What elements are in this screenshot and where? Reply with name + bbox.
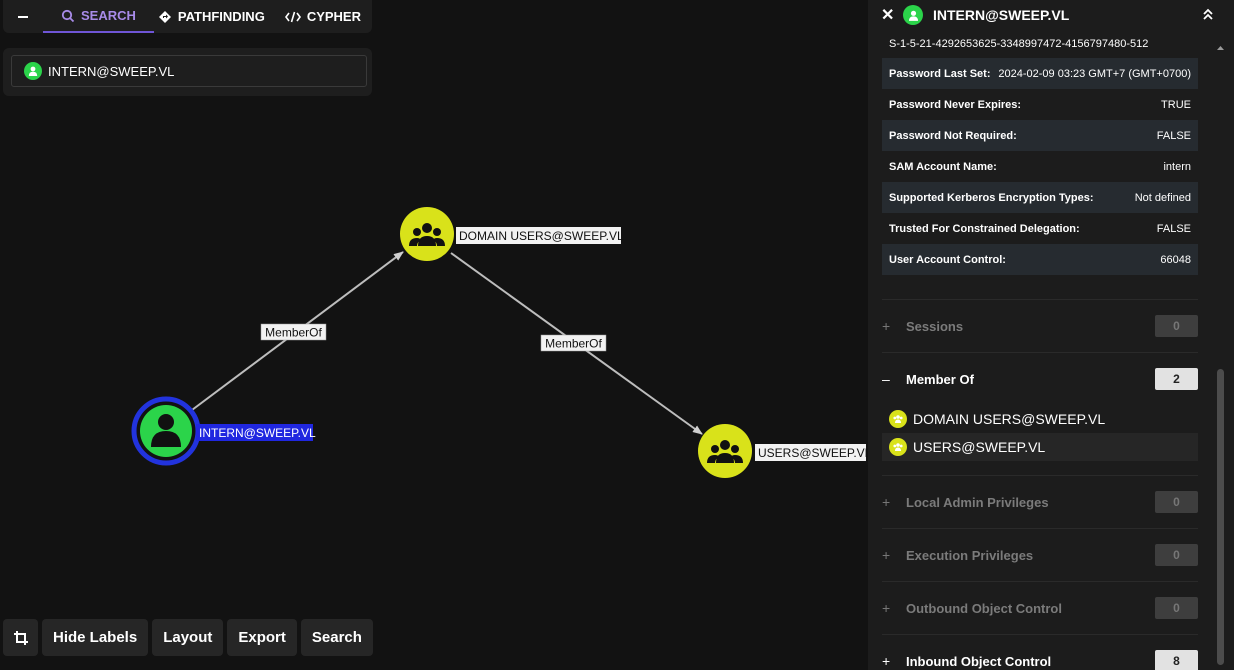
edge-label-1: MemberOf xyxy=(260,323,327,341)
section-title: Inbound Object Control xyxy=(906,653,1052,669)
member-label: DOMAIN USERS@SWEEP.VL xyxy=(913,411,1106,427)
entity-panel: ✕ INTERN@SWEEP.VL S-1-5-21-4292653625-33… xyxy=(868,0,1234,670)
search-input-value: INTERN@SWEEP.VL xyxy=(48,63,175,79)
member-of-list: DOMAIN USERS@SWEEP.VL USERS@SWEEP.VL xyxy=(882,405,1198,475)
section-count: 0 xyxy=(1155,315,1198,337)
object-sid: S-1-5-21-4292653625-3348997472-415679748… xyxy=(889,38,1149,50)
user-icon xyxy=(24,62,42,80)
crop-icon xyxy=(13,630,28,645)
section-count: 0 xyxy=(1155,544,1198,566)
section-outbound-control[interactable]: + Outbound Object Control 0 xyxy=(882,581,1198,634)
section-sessions[interactable]: + Sessions 0 xyxy=(882,299,1198,352)
hide-labels-button[interactable]: Hide Labels xyxy=(42,619,149,656)
minus-icon xyxy=(18,15,28,18)
tab-pathfinding[interactable]: PATHFINDING xyxy=(154,0,269,33)
prop-value: intern xyxy=(1163,160,1191,173)
close-icon[interactable]: ✕ xyxy=(881,5,894,25)
graph-toolbar: Hide Labels Layout Export Search xyxy=(3,619,373,656)
section-count: 0 xyxy=(1155,597,1198,619)
search-button[interactable]: Search xyxy=(300,619,373,656)
group-icon xyxy=(889,438,907,456)
collapse-icon: – xyxy=(882,371,890,387)
tab-cypher-label: CYPHER xyxy=(306,9,361,24)
scroll-up-icon[interactable] xyxy=(1216,44,1225,52)
panel-body: S-1-5-21-4292653625-3348997472-415679748… xyxy=(882,38,1198,670)
prop-value: TRUE xyxy=(1161,98,1191,111)
tab-cypher[interactable]: CYPHER xyxy=(281,0,365,33)
list-item[interactable]: DOMAIN USERS@SWEEP.VL xyxy=(882,405,1198,433)
member-label: USERS@SWEEP.VL xyxy=(913,439,1046,455)
search-input[interactable]: INTERN@SWEEP.VL xyxy=(11,55,367,87)
section-local-admin[interactable]: + Local Admin Privileges 0 xyxy=(882,475,1198,528)
prop-trusted-delegation: Trusted For Constrained Delegation: FALS… xyxy=(882,213,1198,244)
prop-key: Password Never Expires: xyxy=(889,98,1022,111)
prop-key: Trusted For Constrained Delegation: xyxy=(889,222,1080,235)
expand-icon: + xyxy=(882,653,891,669)
section-count: 0 xyxy=(1155,491,1198,513)
crop-button[interactable] xyxy=(3,619,38,656)
edge-label-1-text: MemberOf xyxy=(265,326,322,340)
search-panel: INTERN@SWEEP.VL xyxy=(3,48,372,96)
collapse-nav-button[interactable] xyxy=(3,0,43,33)
prop-key: Password Not Required: xyxy=(889,129,1017,142)
user-icon xyxy=(903,5,923,25)
prop-sam-account-name: SAM Account Name: intern xyxy=(882,151,1198,182)
layout-button[interactable]: Layout xyxy=(152,619,224,656)
tab-search[interactable]: SEARCH xyxy=(43,0,154,33)
prop-key: User Account Control: xyxy=(889,253,1006,266)
chevron-double-up-icon[interactable] xyxy=(1202,7,1214,21)
export-button[interactable]: Export xyxy=(227,619,297,656)
prop-value: FALSE xyxy=(1156,129,1191,142)
section-member-of[interactable]: – Member Of 2 xyxy=(882,352,1198,405)
expand-icon: + xyxy=(882,318,891,334)
section-execution-privileges[interactable]: + Execution Privileges 0 xyxy=(882,528,1198,581)
magnifier-icon xyxy=(61,9,75,22)
section-title: Execution Privileges xyxy=(906,547,1034,563)
code-brackets-icon xyxy=(284,11,301,22)
expand-icon: + xyxy=(882,600,891,616)
section-inbound-control[interactable]: + Inbound Object Control 8 xyxy=(882,634,1198,670)
prop-key: Supported Kerberos Encryption Types: xyxy=(889,191,1094,204)
section-title: Member Of xyxy=(906,371,974,387)
prop-value: FALSE xyxy=(1156,222,1191,235)
node-label-users: USERS@SWEEP.VL xyxy=(758,446,872,460)
section-count: 2 xyxy=(1155,368,1198,390)
top-nav: SEARCH PATHFINDING CYPHER xyxy=(3,0,372,33)
prop-value: Not defined xyxy=(1134,191,1191,204)
prop-password-never-expires: Password Never Expires: TRUE xyxy=(882,89,1198,120)
prop-kerberos-encryption: Supported Kerberos Encryption Types: Not… xyxy=(882,182,1198,213)
scroll-thumb[interactable] xyxy=(1217,369,1224,665)
graph-node-users[interactable]: USERS@SWEEP.VL xyxy=(698,424,872,478)
expand-icon: + xyxy=(882,547,891,563)
prop-value: 66048 xyxy=(1160,253,1191,266)
panel-header: ✕ INTERN@SWEEP.VL xyxy=(868,0,1234,30)
node-label-domain-users: DOMAIN USERS@SWEEP.VL xyxy=(459,229,624,243)
tab-pathfinding-label: PATHFINDING xyxy=(177,9,265,24)
expand-icon: + xyxy=(882,494,891,510)
section-title: Outbound Object Control xyxy=(906,600,1062,616)
bloodhound-app: MemberOf MemberOf DOMAIN USERS@SWEEP.VL xyxy=(0,0,1234,670)
graph-node-intern[interactable]: INTERN@SWEEP.VL xyxy=(131,396,316,466)
section-title: Sessions xyxy=(906,318,964,334)
prop-password-not-required: Password Not Required: FALSE xyxy=(882,120,1198,151)
edge-label-2: MemberOf xyxy=(540,334,607,352)
group-icon xyxy=(889,410,907,428)
section-title: Local Admin Privileges xyxy=(906,494,1049,510)
prop-key: SAM Account Name: xyxy=(889,160,997,173)
diamond-route-icon xyxy=(158,10,171,23)
node-label-intern: INTERN@SWEEP.VL xyxy=(199,426,316,440)
prop-value: 2024-02-09 03:23 GMT+7 (GMT+0700) xyxy=(998,67,1191,80)
section-count: 8 xyxy=(1155,650,1198,670)
tab-search-label: SEARCH xyxy=(81,8,136,23)
panel-title: INTERN@SWEEP.VL xyxy=(933,7,1070,23)
graph-node-domain-users[interactable]: DOMAIN USERS@SWEEP.VL xyxy=(400,207,624,261)
prop-user-account-control: User Account Control: 66048 xyxy=(882,244,1198,275)
panel-scrollbar[interactable] xyxy=(1216,44,1225,670)
edge-label-2-text: MemberOf xyxy=(545,337,602,351)
prop-password-last-set: Password Last Set: 2024-02-09 03:23 GMT+… xyxy=(882,58,1198,89)
prop-key: Password Last Set: xyxy=(889,67,991,80)
list-item[interactable]: USERS@SWEEP.VL xyxy=(882,433,1198,461)
